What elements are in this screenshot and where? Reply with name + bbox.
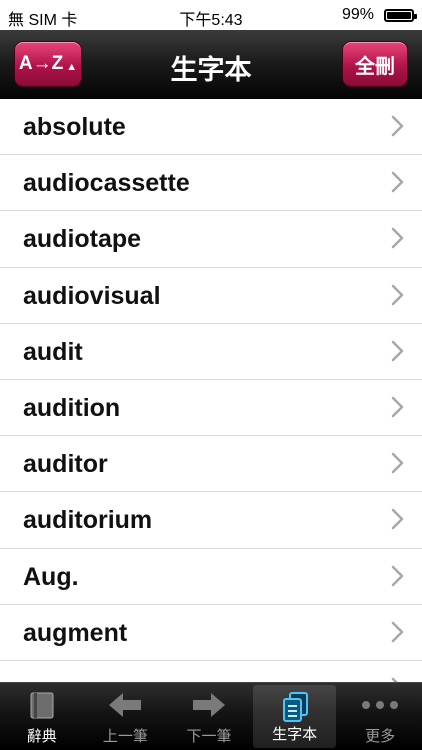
tab-notebook[interactable]: 生字本 xyxy=(252,685,337,748)
navigation-bar: A→Z ▲ 生字本 全刪 xyxy=(0,30,422,99)
more-dots-icon xyxy=(338,689,422,721)
arrow-left-icon xyxy=(84,689,168,721)
chevron-right-icon xyxy=(391,171,404,193)
word-label: audiovisual xyxy=(23,281,161,310)
tab-bar: 辭典 上一筆 下一筆 生字本 更多 xyxy=(0,682,422,750)
tab-label: 辭典 xyxy=(26,728,57,745)
status-bar: 無 SIM 卡 下午5:43 99% xyxy=(0,0,422,30)
tab-label: 上一筆 xyxy=(102,728,148,745)
list-item[interactable]: Aug. xyxy=(0,549,422,605)
notebook-icon xyxy=(253,691,337,723)
list-item[interactable]: audiocassette xyxy=(0,155,422,212)
chevron-right-icon xyxy=(391,115,404,137)
word-label: absolute xyxy=(23,113,126,141)
tab-arrow-right[interactable]: 下一筆 xyxy=(167,683,251,750)
list-item[interactable] xyxy=(0,661,422,683)
list-item[interactable]: absolute xyxy=(0,99,422,156)
list-item[interactable]: audit xyxy=(0,324,422,380)
arrow-right-icon xyxy=(167,689,251,721)
list-item[interactable]: auditorium xyxy=(0,492,422,549)
book-icon xyxy=(0,689,84,721)
chevron-right-icon xyxy=(391,509,404,530)
word-label: augment xyxy=(23,618,128,647)
word-label: audiocassette xyxy=(23,169,190,198)
chevron-right-icon xyxy=(391,340,404,361)
list-item[interactable]: audition xyxy=(0,380,422,437)
word-label: auditor xyxy=(23,450,108,479)
list-item[interactable]: audiotape xyxy=(0,211,422,268)
battery-icon xyxy=(384,9,417,22)
chevron-right-icon xyxy=(391,228,404,249)
tab-more-dots[interactable]: 更多 xyxy=(338,683,422,750)
tab-label: 更多 xyxy=(365,728,396,745)
battery-percent: 99% xyxy=(341,6,374,23)
list-item[interactable]: augment xyxy=(0,605,422,661)
list-item[interactable]: auditor xyxy=(0,436,422,493)
tab-label: 生字本 xyxy=(272,726,318,743)
chevron-right-icon xyxy=(391,565,404,586)
chevron-right-icon xyxy=(391,452,404,474)
vocabulary-list: absolute audiocassette audiotape audiovisua… xyxy=(0,99,422,683)
delete-all-button[interactable]: 全刪 xyxy=(342,41,408,87)
list-item[interactable]: audiovisual xyxy=(0,268,422,324)
tab-arrow-left[interactable]: 上一筆 xyxy=(84,683,168,750)
chevron-right-icon xyxy=(391,284,404,305)
word-label: Aug. xyxy=(23,562,79,591)
chevron-right-icon xyxy=(391,396,404,418)
tab-label: 下一筆 xyxy=(186,728,232,745)
tab-book[interactable]: 辭典 xyxy=(0,683,84,750)
word-label: audit xyxy=(23,337,83,366)
word-label: auditorium xyxy=(23,506,153,535)
word-label: audiotape xyxy=(23,225,142,254)
chevron-right-icon xyxy=(391,621,404,642)
word-label: audition xyxy=(23,393,121,422)
